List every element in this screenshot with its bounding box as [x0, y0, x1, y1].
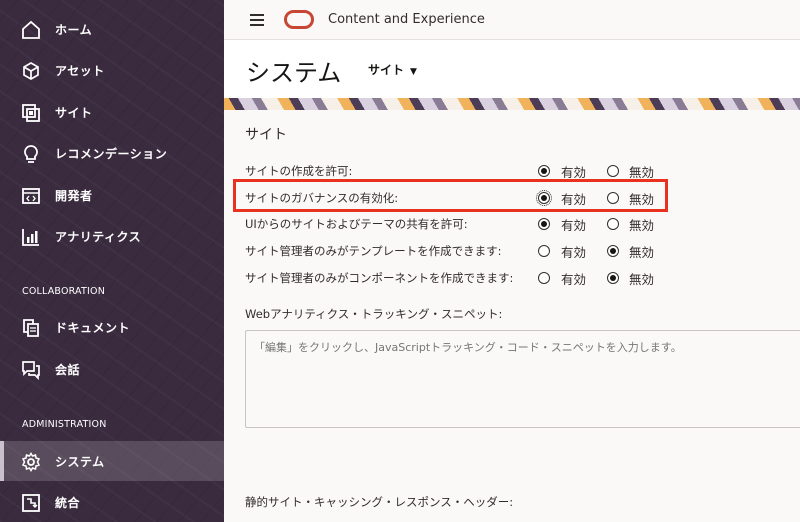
site-dropdown-label: サイト [368, 63, 405, 77]
setting-row-admin-only-templates: サイト管理者のみがテンプレートを作成できます: 有効 無効 [245, 241, 785, 261]
radio-disabled-label: 無効 [629, 272, 655, 287]
developer-icon [21, 186, 41, 206]
sidebar-item-label: 統合 [55, 495, 81, 510]
sidebar-item-label: システム [55, 454, 105, 469]
setting-label: サイト管理者のみがコンポーネントを作成できます: [245, 271, 514, 285]
setting-row-admin-only-components: サイト管理者のみがコンポーネントを作成できます: 有効 無効 [245, 268, 785, 288]
page-header: システム サイト ▼ [224, 40, 800, 98]
radio-enabled-label: 有効 [561, 218, 587, 233]
chevron-down-icon: ▼ [410, 67, 417, 77]
radio-enabled-label: 有効 [561, 245, 587, 260]
site-icon [21, 103, 41, 123]
sidebar-item-assets[interactable]: アセット [0, 50, 224, 90]
administration-heading: ADMINISTRATION [22, 419, 107, 430]
lightbulb-icon [21, 144, 41, 164]
setting-label: サイトの作成を許可: [245, 164, 353, 178]
settings-panel: サイト サイトの作成を許可: 有効 無効 サイトのガバナンスの有効化: 有効 無… [224, 110, 800, 522]
static-cache-header-label: 静的サイト・キャッシング・レスポンス・ヘッダー: [245, 495, 514, 509]
home-icon [21, 20, 41, 40]
integration-icon [21, 493, 41, 513]
sidebar-item-label: アナリティクス [55, 229, 142, 244]
setting-row-allow-ui-sharing: UIからのサイトおよびテーマの共有を許可: 有効 無効 [245, 214, 785, 234]
sidebar-item-system[interactable]: システム [0, 441, 224, 481]
sidebar-item-conversations[interactable]: 会話 [0, 349, 224, 389]
web-analytics-snippet-input[interactable] [245, 330, 800, 428]
cube-icon [21, 61, 41, 81]
radio-disabled[interactable] [607, 272, 619, 284]
top-bar: Content and Experience [224, 0, 800, 40]
sidebar-item-integrations[interactable]: 統合 [0, 482, 224, 522]
setting-row-allow-site-creation: サイトの作成を許可: 有効 無効 [245, 161, 785, 181]
radio-enabled-label: 有効 [561, 272, 587, 287]
radio-enabled[interactable] [538, 245, 550, 257]
sidebar-item-developer[interactable]: 開発者 [0, 175, 224, 215]
conversation-icon [21, 360, 41, 380]
sidebar-item-label: ドキュメント [55, 320, 131, 335]
oracle-logo-icon [284, 10, 314, 29]
sidebar-item-label: ホーム [55, 22, 93, 37]
sidebar-item-documents[interactable]: ドキュメント [0, 307, 224, 347]
section-title: サイト [245, 127, 287, 143]
radio-disabled-label: 無効 [629, 218, 655, 233]
sidebar-item-home[interactable]: ホーム [0, 9, 224, 49]
gear-icon [21, 452, 41, 472]
page-title: システム [246, 59, 342, 87]
hamburger-menu-icon[interactable] [250, 14, 264, 26]
app-title: Content and Experience [328, 12, 485, 27]
radio-enabled[interactable] [538, 218, 550, 230]
sidebar: ホーム アセット サイト レコメンデーション 開発者 アナリティクス COLLA… [0, 0, 224, 522]
radio-enabled[interactable] [538, 272, 550, 284]
sidebar-item-sites[interactable]: サイト [0, 92, 224, 132]
radio-disabled[interactable] [607, 165, 619, 177]
site-dropdown[interactable]: サイト ▼ [368, 61, 417, 78]
collaboration-heading: COLLABORATION [22, 286, 106, 297]
sidebar-item-label: レコメンデーション [55, 146, 168, 161]
sidebar-item-label: アセット [55, 63, 105, 78]
radio-disabled-label: 無効 [629, 245, 655, 260]
highlight-annotation [233, 179, 668, 212]
radio-enabled[interactable] [538, 165, 550, 177]
sidebar-item-label: サイト [55, 105, 93, 120]
setting-label: サイト管理者のみがテンプレートを作成できます: [245, 244, 502, 258]
sidebar-item-recommendations[interactable]: レコメンデーション [0, 133, 224, 173]
sidebar-item-label: 開発者 [55, 188, 93, 203]
web-analytics-label: Webアナリティクス・トラッキング・スニペット: [245, 307, 503, 321]
setting-label: UIからのサイトおよびテーマの共有を許可: [245, 217, 468, 231]
sidebar-item-analytics[interactable]: アナリティクス [0, 216, 224, 256]
radio-disabled[interactable] [607, 245, 619, 257]
decorative-banner [224, 98, 800, 110]
analytics-icon [21, 227, 41, 247]
sidebar-item-label: 会話 [55, 362, 81, 377]
radio-disabled[interactable] [607, 218, 619, 230]
document-icon [21, 318, 41, 338]
